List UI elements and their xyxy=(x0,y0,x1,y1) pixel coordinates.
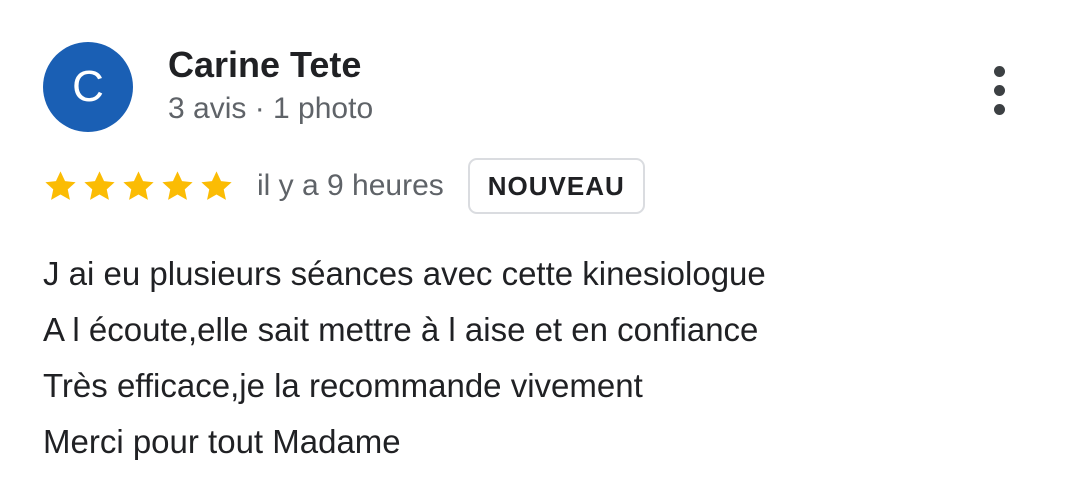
star-icon xyxy=(198,168,235,205)
rating-row: il y a 9 heures NOUVEAU xyxy=(42,156,645,216)
reviewer-name[interactable]: Carine Tete xyxy=(168,44,361,86)
review-text-line: Très efficace,je la recommande vivement xyxy=(43,367,643,404)
more-vert-icon-dot xyxy=(993,84,1005,96)
star-rating xyxy=(42,168,235,205)
reviewer-avatar[interactable]: C xyxy=(43,42,133,132)
new-badge: NOUVEAU xyxy=(467,158,645,214)
review-text-line: Merci pour tout Madame xyxy=(43,423,401,460)
more-vert-icon xyxy=(993,65,1005,77)
star-icon xyxy=(120,168,157,205)
review-text: J ai eu plusieurs séances avec cette kin… xyxy=(43,246,766,470)
star-icon xyxy=(81,168,118,205)
review-text-line: A l écoute,elle sait mettre à l aise et … xyxy=(43,311,759,348)
avatar-initial: C xyxy=(72,62,104,111)
review-date: il y a 9 heures xyxy=(257,169,444,202)
reviewer-stats: 3 avis · 1 photo xyxy=(168,92,374,125)
more-vert-icon-dot xyxy=(993,103,1005,115)
more-options-button[interactable] xyxy=(974,58,1024,122)
star-icon xyxy=(42,168,79,205)
review-text-line: J ai eu plusieurs séances avec cette kin… xyxy=(43,255,766,292)
star-icon xyxy=(159,168,196,205)
